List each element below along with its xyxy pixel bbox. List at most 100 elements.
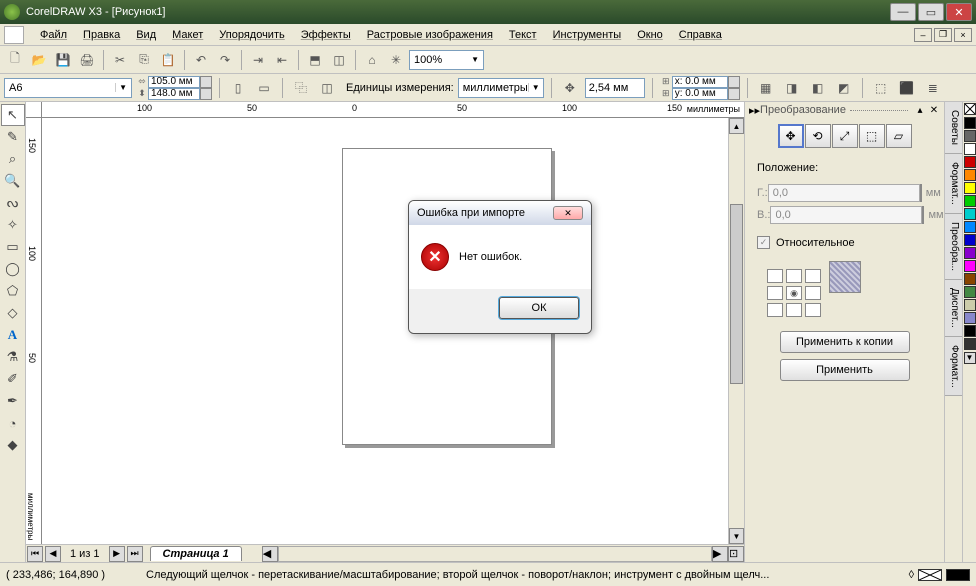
crop-tool-icon[interactable]: ⌕ <box>1 148 25 170</box>
menu-edit[interactable]: Правка <box>75 27 128 43</box>
print-icon[interactable]: 🖨 <box>76 49 98 71</box>
color-swatch[interactable] <box>964 234 976 246</box>
snap-grid-icon[interactable]: ▦ <box>755 77 777 99</box>
anchor-cell[interactable] <box>767 269 783 283</box>
color-swatch[interactable] <box>964 260 976 272</box>
eyedropper-tool-icon[interactable]: ✐ <box>1 368 25 390</box>
color-swatch[interactable] <box>964 130 976 142</box>
color-swatch[interactable] <box>964 247 976 259</box>
next-page-button[interactable]: ▶ <box>109 546 125 562</box>
ellipse-tool-icon[interactable]: ◯ <box>1 258 25 280</box>
current-page-icon[interactable]: ◫ <box>316 77 338 99</box>
interactive-fill-icon[interactable]: ◆ <box>1 434 25 456</box>
scroll-track[interactable] <box>729 134 744 528</box>
menu-text[interactable]: Текст <box>501 27 545 43</box>
color-swatch[interactable] <box>964 221 976 233</box>
text-tool-icon[interactable]: A <box>1 324 25 346</box>
anchor-cell[interactable] <box>805 303 821 317</box>
no-color-swatch[interactable] <box>964 103 976 115</box>
corel-online-icon[interactable]: ⌂ <box>361 49 383 71</box>
scroll-thumb[interactable] <box>730 204 743 384</box>
sidetab-format2[interactable]: Формат... <box>945 337 962 397</box>
chevron-right-icon[interactable]: ▸▸ <box>749 104 760 117</box>
shape-tool-icon[interactable]: ✎ <box>1 126 25 148</box>
spinner-buttons[interactable] <box>728 88 740 100</box>
sidetab-format1[interactable]: Формат... <box>945 154 962 214</box>
scroll-down-button[interactable]: ▼ <box>729 528 744 544</box>
color-swatch[interactable] <box>964 143 976 155</box>
menu-bitmaps[interactable]: Растровые изображения <box>359 27 501 43</box>
units-combo[interactable]: миллиметры ▼ <box>458 78 544 98</box>
color-swatch[interactable] <box>964 312 976 324</box>
sidetab-manager[interactable]: Диспет... <box>945 280 962 337</box>
scroll-right-button[interactable]: ▶ <box>712 546 728 562</box>
collapse-icon[interactable]: ▴ <box>914 104 926 116</box>
close-icon[interactable]: ✕ <box>928 104 940 116</box>
zoom-combo[interactable]: 100% ▼ <box>409 50 484 70</box>
color-swatch[interactable] <box>964 208 976 220</box>
anchor-grid[interactable] <box>767 269 821 317</box>
dup-y-input[interactable] <box>672 88 728 100</box>
color-swatch[interactable] <box>964 325 976 337</box>
scroll-up-button[interactable]: ▲ <box>729 118 744 134</box>
menu-view[interactable]: Вид <box>128 27 164 43</box>
rotate-tab-icon[interactable]: ⟲ <box>805 124 831 148</box>
redo-icon[interactable]: ↷ <box>214 49 236 71</box>
portrait-icon[interactable]: ▯ <box>227 77 249 99</box>
apply-button[interactable]: Применить <box>780 359 910 381</box>
spinner-buttons[interactable] <box>200 88 212 100</box>
import-icon[interactable]: ⇥ <box>247 49 269 71</box>
anchor-cell[interactable] <box>786 269 802 283</box>
dialog-close-button[interactable]: ✕ <box>553 206 583 220</box>
smart-fill-icon[interactable]: ✧ <box>1 214 25 236</box>
vertical-scrollbar[interactable]: ▲ ▼ <box>728 118 744 544</box>
color-swatch[interactable] <box>964 338 976 350</box>
menu-window[interactable]: Окно <box>629 27 671 43</box>
color-swatch[interactable] <box>964 299 976 311</box>
page-height-input[interactable] <box>148 88 200 100</box>
basic-shapes-icon[interactable]: ◇ <box>1 302 25 324</box>
palette-scroll-icon[interactable]: ▼ <box>964 352 976 364</box>
dup-x-input[interactable] <box>672 76 728 88</box>
anchor-cell[interactable] <box>805 269 821 283</box>
relative-checkbox[interactable]: ✓ Относительное <box>757 236 932 249</box>
menu-file[interactable]: Файл <box>32 27 75 43</box>
color-swatch[interactable] <box>964 195 976 207</box>
cut-icon[interactable]: ✂ <box>109 49 131 71</box>
minimize-button[interactable]: — <box>890 3 916 21</box>
polygon-tool-icon[interactable]: ⬠ <box>1 280 25 302</box>
export-icon[interactable]: ⇤ <box>271 49 293 71</box>
v-input[interactable] <box>770 206 922 224</box>
sidetab-transform[interactable]: Преобра... <box>945 214 962 280</box>
doc-restore-button[interactable]: ❐ <box>934 28 952 42</box>
horizontal-ruler[interactable]: 100 50 0 50 100 150 миллиметры <box>26 102 744 118</box>
maximize-button[interactable]: ▭ <box>918 3 944 21</box>
color-swatch[interactable] <box>964 182 976 194</box>
spinner-buttons[interactable] <box>200 76 212 88</box>
scroll-track[interactable] <box>278 546 712 562</box>
snap-icon[interactable]: ✳ <box>385 49 407 71</box>
undo-icon[interactable]: ↶ <box>190 49 212 71</box>
zoom-tool-icon[interactable]: 🔍 <box>1 170 25 192</box>
dialog-titlebar[interactable]: Ошибка при импорте ✕ <box>409 201 591 225</box>
anchor-cell[interactable] <box>786 303 802 317</box>
blend-tool-icon[interactable]: ⚗ <box>1 346 25 368</box>
last-page-button[interactable]: ⏭ <box>127 546 143 562</box>
first-page-button[interactable]: ⏮ <box>27 546 43 562</box>
menu-arrange[interactable]: Упорядочить <box>211 27 292 43</box>
new-icon[interactable]: 🗋 <box>4 49 26 71</box>
prev-page-button[interactable]: ◀ <box>45 546 61 562</box>
sidetab-hints[interactable]: Советы <box>945 102 962 154</box>
dynamic-guides-icon[interactable]: ◩ <box>833 77 855 99</box>
page-tab[interactable]: Страница 1 <box>150 546 242 561</box>
horizontal-scrollbar[interactable]: ◀ ▶ ⊡ <box>262 546 744 562</box>
pick-tool-icon[interactable]: ↖ <box>1 104 25 126</box>
ok-button[interactable]: ОК <box>499 297 579 319</box>
color-swatch[interactable] <box>964 273 976 285</box>
menu-layout[interactable]: Макет <box>164 27 211 43</box>
close-window-button[interactable]: ✕ <box>946 3 972 21</box>
rectangle-tool-icon[interactable]: ▭ <box>1 236 25 258</box>
paper-size-combo[interactable]: A6 ▼ <box>4 78 132 98</box>
scroll-left-button[interactable]: ◀ <box>262 546 278 562</box>
skew-tab-icon[interactable]: ▱ <box>886 124 912 148</box>
